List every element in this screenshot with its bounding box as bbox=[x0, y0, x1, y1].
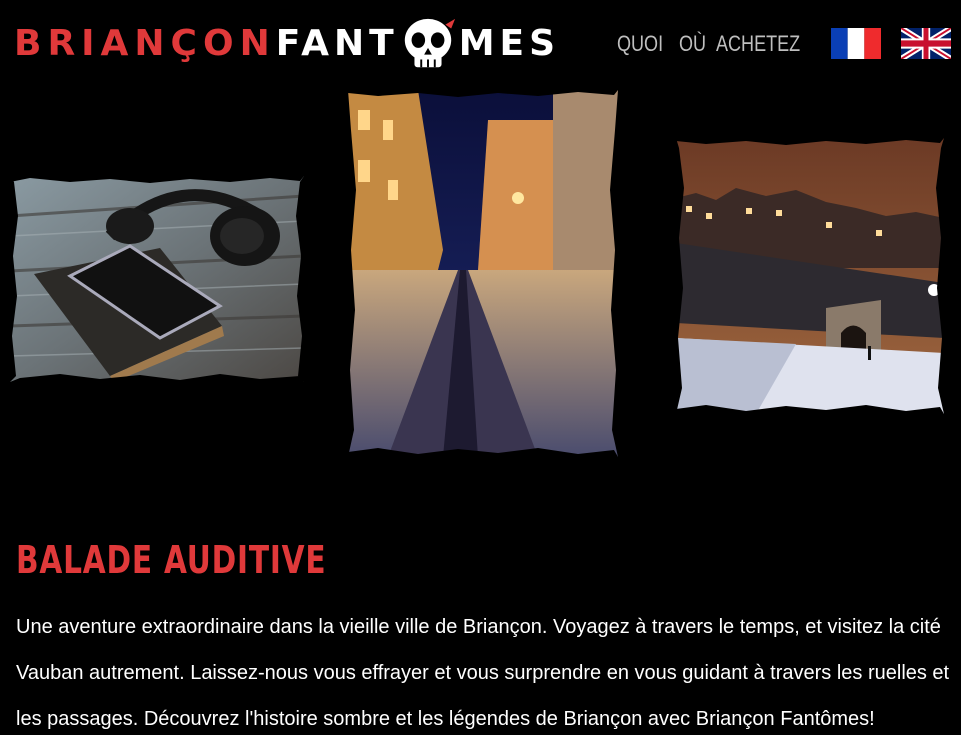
main-nav: QUOI OÙ ACHETEZ bbox=[617, 28, 951, 59]
logo-text-fant: FANT bbox=[275, 23, 399, 64]
site-logo[interactable]: BRIANÇON FANT MES bbox=[14, 14, 560, 74]
intro-paragraph: Une aventure extraordinaire dans la viei… bbox=[16, 616, 950, 730]
logo-text-briancon: BRIANÇON bbox=[14, 23, 276, 64]
photo-headphones-phone bbox=[10, 176, 304, 382]
nav-link-quoi[interactable]: QUOI bbox=[617, 31, 663, 57]
page: BRIANÇON FANT MES QUOI OÙ ACHETEZ BALADE… bbox=[0, 0, 961, 735]
french-flag-icon[interactable] bbox=[831, 28, 881, 59]
skull-icon bbox=[404, 18, 455, 68]
photo-night-street bbox=[348, 90, 618, 457]
nav-link-achetez[interactable]: ACHETEZ bbox=[716, 31, 800, 57]
page-title: BALADE AUDITIVE bbox=[16, 538, 327, 582]
logo-text-mes: MES bbox=[458, 23, 561, 64]
uk-flag-icon[interactable] bbox=[901, 28, 951, 59]
nav-link-ou[interactable]: OÙ bbox=[679, 31, 706, 57]
photo-snowy-citadel bbox=[676, 138, 944, 414]
